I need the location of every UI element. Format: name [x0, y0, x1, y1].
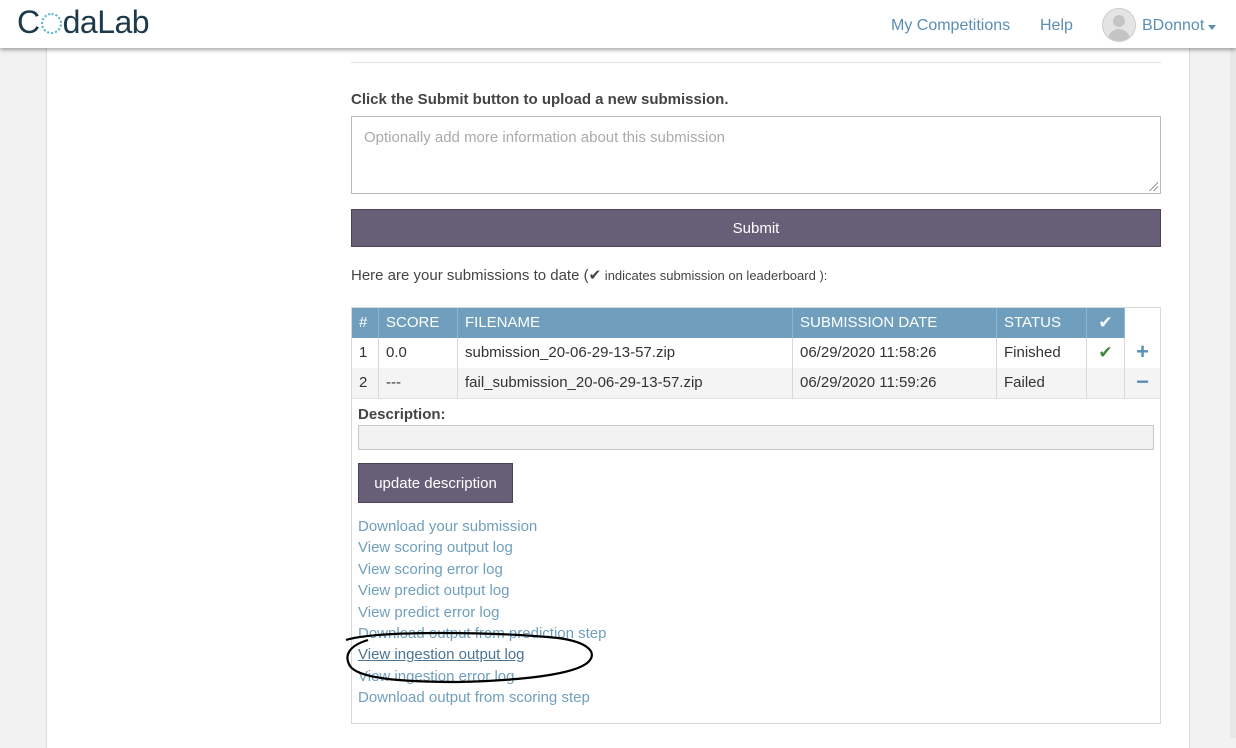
- table-row[interactable]: 2 --- fail_submission_20-06-29-13-57.zip…: [352, 368, 1160, 399]
- row-date: 06/29/2020 11:59:26: [793, 368, 997, 398]
- link-predict-output-log[interactable]: View predict output log: [358, 582, 510, 599]
- resize-handle-icon[interactable]: [1149, 182, 1158, 191]
- link-scoring-output-log[interactable]: View scoring output log: [358, 539, 513, 556]
- link-download-scoring-output[interactable]: Download output from scoring step: [358, 689, 590, 706]
- row-leaderboard: ✔: [1087, 338, 1125, 368]
- submission-description-textarea[interactable]: Optionally add more information about th…: [351, 116, 1161, 194]
- logo-dotted-o-icon: [40, 13, 62, 34]
- top-navbar: CdaLab My Competitions Help BDonnot: [0, 0, 1236, 48]
- header-action: [1125, 308, 1160, 338]
- user-menu-name[interactable]: BDonnot: [1142, 17, 1204, 35]
- update-description-button[interactable]: update description: [358, 463, 513, 503]
- user-avatar-icon[interactable]: [1102, 8, 1136, 42]
- row-date: 06/29/2020 11:58:26: [793, 338, 997, 368]
- row-num: 1: [352, 338, 379, 368]
- row-num: 2: [352, 368, 379, 398]
- header-filename[interactable]: FILENAME: [458, 308, 793, 338]
- minus-icon[interactable]: −: [1136, 369, 1149, 394]
- submissions-intro: Here are your submissions to date (✔ ind…: [351, 266, 827, 284]
- intro-note: indicates submission on leaderboard: [601, 268, 820, 283]
- header-num[interactable]: #: [352, 308, 379, 338]
- textarea-placeholder: Optionally add more information about th…: [364, 129, 726, 146]
- nav-help[interactable]: Help: [1040, 17, 1073, 35]
- header-score[interactable]: SCORE: [379, 308, 458, 338]
- logo-text-start: C: [17, 4, 40, 40]
- submit-prompt: Click the Submit button to upload a new …: [351, 91, 729, 108]
- codalab-logo[interactable]: CdaLab: [17, 4, 150, 41]
- header-submission-date[interactable]: SUBMISSION DATE: [793, 308, 997, 338]
- row-status: Failed: [997, 368, 1087, 398]
- description-label: Description:: [358, 406, 446, 423]
- link-ingestion-output-log[interactable]: View ingestion output log: [358, 646, 525, 663]
- page-scrollbar[interactable]: [1230, 48, 1236, 738]
- header-status[interactable]: STATUS: [997, 308, 1087, 338]
- plus-icon[interactable]: +: [1136, 339, 1149, 364]
- link-scoring-error-log[interactable]: View scoring error log: [358, 561, 503, 578]
- row-leaderboard: [1087, 368, 1125, 398]
- row-expand: +: [1125, 338, 1160, 368]
- check-icon: ✔: [588, 267, 602, 284]
- table-header-row: # SCORE FILENAME SUBMISSION DATE STATUS …: [352, 308, 1160, 338]
- link-download-submission[interactable]: Download your submission: [358, 518, 537, 535]
- row-score: 0.0: [379, 338, 458, 368]
- chevron-down-icon[interactable]: [1208, 25, 1216, 30]
- check-icon: ✔: [1098, 313, 1113, 332]
- intro-text: Here are your submissions to date (: [351, 267, 589, 284]
- header-leaderboard[interactable]: ✔: [1087, 308, 1125, 338]
- table-row[interactable]: 1 0.0 submission_20-06-29-13-57.zip 06/2…: [352, 338, 1160, 369]
- logo-text-end: daLab: [62, 4, 150, 40]
- divider: [351, 62, 1161, 63]
- row-collapse: −: [1125, 368, 1160, 398]
- check-icon: ✔: [1098, 343, 1113, 362]
- row-score: ---: [379, 368, 458, 398]
- row-filename: submission_20-06-29-13-57.zip: [458, 338, 793, 368]
- description-input[interactable]: [358, 425, 1154, 450]
- link-ingestion-error-log[interactable]: View ingestion error log: [358, 668, 514, 685]
- row-status: Finished: [997, 338, 1087, 368]
- submissions-table: # SCORE FILENAME SUBMISSION DATE STATUS …: [351, 307, 1161, 724]
- intro-close: ):: [819, 268, 828, 283]
- nav-my-competitions[interactable]: My Competitions: [891, 17, 1010, 35]
- submit-button[interactable]: Submit: [351, 209, 1161, 247]
- link-predict-error-log[interactable]: View predict error log: [358, 604, 499, 621]
- row-filename: fail_submission_20-06-29-13-57.zip: [458, 368, 793, 398]
- link-download-prediction-output[interactable]: Download output from prediction step: [358, 625, 606, 642]
